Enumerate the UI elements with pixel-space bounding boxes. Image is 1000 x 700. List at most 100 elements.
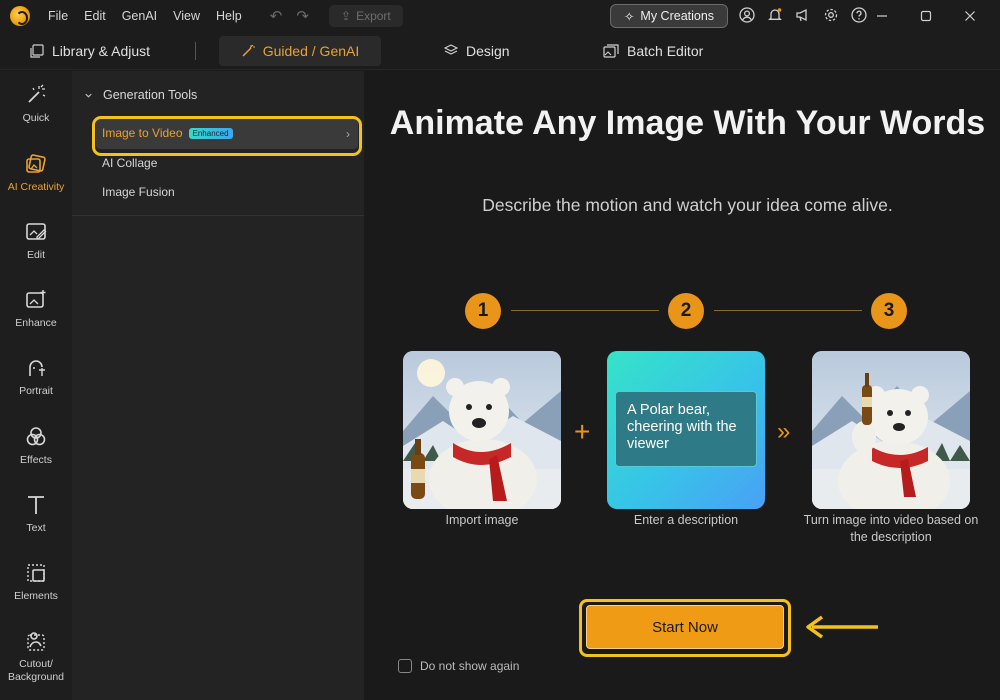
undo-redo-group: ↶ ↷ [270,7,309,25]
tab-guided-genai[interactable]: Guided / GenAI [219,36,381,66]
mode-tab-bar: Library & Adjust Guided / GenAI Design B… [0,32,1000,70]
chevron-down-icon [85,93,92,98]
tab-library-adjust[interactable]: Library & Adjust [16,36,164,66]
tool-item-label: AI Collage [102,156,158,170]
menu-genai[interactable]: GenAI [122,9,157,23]
rail-item-label: Quick [22,112,50,124]
menu-file[interactable]: File [48,9,68,23]
library-icon [30,44,44,58]
rail-item-ai-creativity[interactable]: AI Creativity [0,152,72,212]
description-text: A Polar bear, cheering with the viewer [615,391,757,467]
plus-icon: + [574,416,591,447]
rail-item-label: Edit [26,249,46,261]
redo-icon[interactable]: ↷ [296,7,309,25]
double-chevron-right-icon: » [777,418,791,445]
step-2-badge: 2 [668,293,704,329]
settings-gear-icon[interactable] [822,6,840,24]
step-connector [511,310,659,311]
video-result-preview [812,351,970,509]
dont-show-again-checkbox[interactable] [398,659,412,673]
polar-bear-image-icon [403,351,561,509]
effects-circles-icon [26,427,46,446]
text-t-icon [28,496,44,514]
tab-design-label: Design [466,43,510,59]
rail-item-cutout-background[interactable]: Cutout/ Background [0,629,72,689]
minimize-icon[interactable] [860,4,904,28]
panel-divider [72,215,364,216]
layers-icon [444,44,458,55]
rail-item-label: Text [26,522,46,534]
tool-item-ai-collage[interactable]: AI Collage [102,156,157,170]
step-3-label: Turn image into video based on the descr… [803,513,979,544]
cutout-icon [27,632,45,651]
annotation-arrow-icon [806,615,878,639]
rail-item-edit[interactable]: Edit [0,220,72,280]
batch-images-icon [603,44,619,58]
import-image-preview [403,351,561,509]
tab-separator [195,42,196,60]
rail-item-portrait[interactable]: Portrait [0,356,72,416]
rail-item-label: Enhance [15,317,57,329]
polar-bear-cheers-image-icon [812,351,970,509]
rail-item-quick[interactable]: Quick [0,83,72,143]
rail-item-label: Elements [14,590,58,602]
undo-icon[interactable]: ↶ [270,7,283,25]
rail-item-elements[interactable]: Elements [0,561,72,621]
account-icon[interactable] [738,6,756,24]
step-connector [714,310,862,311]
sparkle-icon: ✧ [623,9,635,24]
menu-help[interactable]: Help [216,9,242,23]
export-icon: ⇪ [341,9,352,23]
window-controls [860,4,992,28]
panel-heading: Generation Tools [103,88,198,102]
tab-batch-editor[interactable]: Batch Editor [589,36,717,66]
ai-creativity-icon [26,154,46,173]
generation-tools-header[interactable]: Generation Tools [84,88,197,102]
tab-batch-editor-label: Batch Editor [627,43,704,59]
export-button[interactable]: ⇪ Export [328,5,403,27]
start-now-button[interactable]: Start Now [586,605,784,649]
my-creations-label: My Creations [640,9,715,23]
dont-show-again-option[interactable]: Do not show again [398,659,519,673]
step-3-badge: 3 [871,293,907,329]
elements-icon [27,564,45,582]
tool-category-rail: Quick AI Creativity Edit Enhance Portrai… [0,71,72,700]
close-icon[interactable] [948,4,992,28]
page-subtitle: Describe the motion and watch your idea … [482,195,893,215]
enhance-icon [26,290,46,308]
tab-guided-genai-label: Guided / GenAI [262,43,360,59]
export-label: Export [356,9,391,23]
tab-design[interactable]: Design [430,36,524,66]
generation-tools-panel: Generation Tools Image to Video Enhanced … [72,71,364,700]
rail-item-enhance[interactable]: Enhance [0,288,72,348]
step-1-label: Import image [445,513,519,527]
edit-image-icon [26,223,47,240]
page-title-text: Animate Any Image With Your Words [389,104,986,142]
rail-item-label: Effects [20,454,52,466]
notification-bell-icon[interactable] [766,6,784,24]
rail-item-label: AI Creativity [7,181,65,193]
intro-main-area: Animate Any Image With Your Words Descri… [365,71,1000,700]
description-preview-card: A Polar bear, cheering with the viewer [607,351,765,509]
step-1-badge: 1 [465,293,501,329]
tab-library-adjust-label: Library & Adjust [52,43,151,59]
menu-bar: File Edit GenAI View Help [48,9,242,23]
app-logo-icon [10,6,30,26]
title-icon-group [738,6,868,24]
dont-show-again-label: Do not show again [420,659,520,673]
page-title: Animate Any Image With Your Words [365,99,1000,147]
magic-wand-icon [242,44,255,57]
menu-view[interactable]: View [173,9,200,23]
rail-item-text[interactable]: Text [0,493,72,553]
image-to-video-annotation-highlight [92,116,362,156]
rail-item-effects[interactable]: Effects [0,425,72,485]
my-creations-button[interactable]: ✧ My Creations [610,4,728,28]
portrait-face-icon [29,360,45,376]
announcement-icon[interactable] [794,6,812,24]
magic-wand-icon [28,84,46,103]
step-2-label: Enter a description [633,513,739,527]
menu-edit[interactable]: Edit [84,9,106,23]
tool-item-label: Image Fusion [102,185,175,199]
tool-item-image-fusion[interactable]: Image Fusion [102,185,175,199]
maximize-icon[interactable] [904,4,948,28]
